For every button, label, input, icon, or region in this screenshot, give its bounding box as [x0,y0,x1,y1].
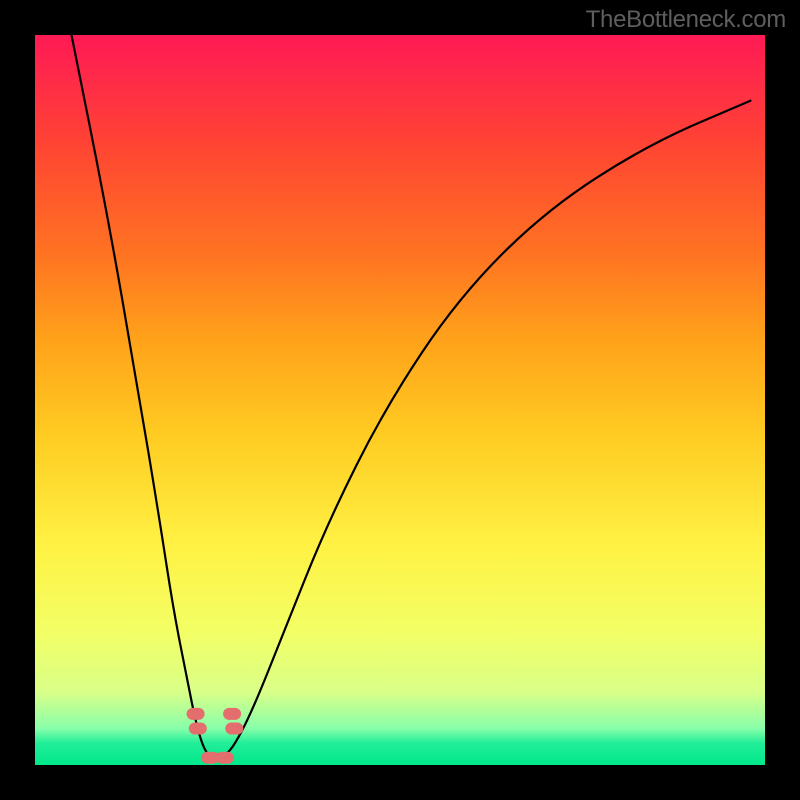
plot-area [35,35,765,765]
watermark-text: TheBottleneck.com [586,6,786,34]
chart-frame: TheBottleneck.com [0,0,800,800]
data-marker [225,723,243,735]
data-marker [189,723,207,735]
curve-layer [35,35,765,765]
data-marker [216,752,234,764]
marker-group [187,708,244,764]
data-marker [187,708,205,720]
bottleneck-curve [72,35,751,759]
data-marker [223,708,241,720]
